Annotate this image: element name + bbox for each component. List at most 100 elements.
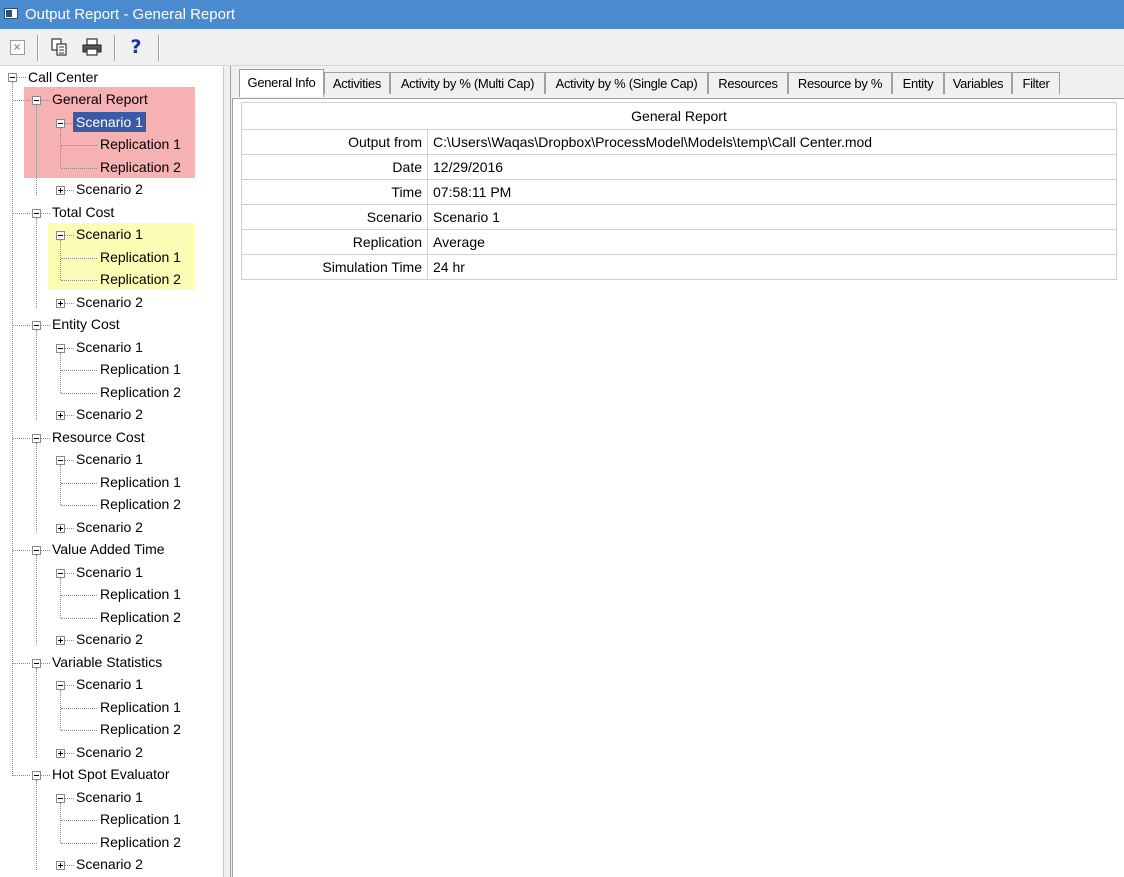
expand-icon[interactable] <box>56 411 65 420</box>
table-row: Date 12/29/2016 <box>241 154 1117 180</box>
tree-group-label[interactable]: Entity Cost <box>52 314 120 334</box>
tree-connector <box>60 803 61 843</box>
tree-replication-1[interactable]: Replication 1 <box>100 472 181 492</box>
tree-group-label[interactable]: Value Added Time <box>52 539 165 559</box>
tree-connector <box>65 573 74 574</box>
tree-scenario-1[interactable]: Scenario 1 <box>73 112 146 132</box>
tree-replication-2[interactable]: Replication 2 <box>100 494 181 514</box>
tree-replication-2[interactable]: Replication 2 <box>100 157 181 177</box>
tree-connector <box>60 578 61 618</box>
tree-scenario-2[interactable]: Scenario 2 <box>76 179 143 199</box>
tree-group-label[interactable]: Variable Statistics <box>52 652 162 672</box>
toolbar-separator <box>158 35 160 61</box>
tree-connector <box>36 218 37 308</box>
toolbar: × ? <box>0 29 1124 66</box>
tree-connector <box>36 668 37 758</box>
collapse-icon[interactable] <box>32 659 41 668</box>
help-button[interactable]: ? <box>125 36 147 58</box>
general-report-table: General Report Output from C:\Users\Waqa… <box>241 102 1117 280</box>
expand-icon[interactable] <box>56 186 65 195</box>
tree-group-label[interactable]: Resource Cost <box>52 427 145 447</box>
tree-scenario-2[interactable]: Scenario 2 <box>76 854 143 874</box>
tab-activities[interactable]: Activities <box>324 72 390 94</box>
collapse-icon[interactable] <box>56 794 65 803</box>
tree-connector <box>61 483 97 484</box>
tree-connector <box>60 353 61 393</box>
tree-scenario-2[interactable]: Scenario 2 <box>76 292 143 312</box>
expand-icon[interactable] <box>56 861 65 870</box>
tree-scenario-1[interactable]: Scenario 1 <box>76 562 143 582</box>
collapse-icon[interactable] <box>32 771 41 780</box>
tree-replication-1[interactable]: Replication 1 <box>100 134 181 154</box>
tree-replication-1[interactable]: Replication 1 <box>100 697 181 717</box>
tree-connector <box>61 505 97 506</box>
expand-icon[interactable] <box>56 524 65 533</box>
tree-scenario-2[interactable]: Scenario 2 <box>76 742 143 762</box>
collapse-icon[interactable] <box>32 209 41 218</box>
tree-replication-2[interactable]: Replication 2 <box>100 607 181 627</box>
collapse-icon[interactable] <box>56 119 65 128</box>
tab-entity[interactable]: Entity <box>892 72 944 94</box>
tab-activity-single-cap[interactable]: Activity by % (Single Cap) <box>545 72 708 94</box>
row-label: Output from <box>241 129 428 155</box>
tree-replication-1[interactable]: Replication 1 <box>100 809 181 829</box>
collapse-icon[interactable] <box>56 231 65 240</box>
collapse-icon[interactable] <box>56 456 65 465</box>
tree-replication-1[interactable]: Replication 1 <box>100 359 181 379</box>
expand-icon[interactable] <box>56 749 65 758</box>
tree-scenario-1[interactable]: Scenario 1 <box>76 224 143 244</box>
expand-icon[interactable] <box>56 299 65 308</box>
tree-scenario-2[interactable]: Scenario 2 <box>76 404 143 424</box>
panel-splitter[interactable] <box>224 66 231 877</box>
tab-general-info[interactable]: General Info <box>239 69 324 97</box>
tab-resources[interactable]: Resources <box>708 72 788 94</box>
collapse-icon[interactable] <box>32 546 41 555</box>
tab-variables[interactable]: Variables <box>944 72 1012 94</box>
tree-root-call-center[interactable]: Call Center <box>28 67 98 87</box>
tree-connector <box>61 820 97 821</box>
print-button[interactable] <box>81 36 103 58</box>
tree-replication-2[interactable]: Replication 2 <box>100 269 181 289</box>
tree-connector <box>60 128 61 168</box>
collapse-icon[interactable] <box>32 434 41 443</box>
collapse-icon[interactable] <box>56 344 65 353</box>
report-heading: General Report <box>241 102 1117 130</box>
row-label: Simulation Time <box>241 254 428 280</box>
tree-connector <box>65 348 74 349</box>
tree-group-label[interactable]: General Report <box>52 89 148 109</box>
tree-connector <box>61 145 97 146</box>
tab-activity-multi-cap[interactable]: Activity by % (Multi Cap) <box>390 72 545 94</box>
tree-replication-1[interactable]: Replication 1 <box>100 584 181 604</box>
copy-button[interactable] <box>48 36 70 58</box>
tree-group-label[interactable]: Total Cost <box>52 202 114 222</box>
tree-scenario-2[interactable]: Scenario 2 <box>76 629 143 649</box>
collapse-icon[interactable] <box>32 96 41 105</box>
tree-connector <box>41 775 50 776</box>
tree-scenario-1[interactable]: Scenario 1 <box>76 787 143 807</box>
tree-scenario-1[interactable]: Scenario 1 <box>76 449 143 469</box>
tab-resource-by-percent[interactable]: Resource by % <box>788 72 892 94</box>
collapse-icon[interactable] <box>32 321 41 330</box>
tree-scenario-1[interactable]: Scenario 1 <box>76 337 143 357</box>
tree-replication-2[interactable]: Replication 2 <box>100 832 181 852</box>
collapse-icon[interactable] <box>56 681 65 690</box>
help-icon: ? <box>130 36 142 58</box>
tree-connector <box>60 690 61 730</box>
tab-filter[interactable]: Filter <box>1012 72 1060 94</box>
tree-replication-2[interactable]: Replication 2 <box>100 382 181 402</box>
table-row: Output from C:\Users\Waqas\Dropbox\Proce… <box>241 129 1117 155</box>
tree-scenario-1[interactable]: Scenario 1 <box>76 674 143 694</box>
row-value: 12/29/2016 <box>427 154 1117 180</box>
report-content: General Report Output from C:\Users\Waqa… <box>232 98 1124 877</box>
tree-group-label[interactable]: Hot Spot Evaluator <box>52 764 170 784</box>
collapse-icon[interactable] <box>56 569 65 578</box>
tree-scenario-2[interactable]: Scenario 2 <box>76 517 143 537</box>
report-tree[interactable]: Call Center General Report Scenario 1 Repl… <box>0 66 224 877</box>
row-label: Time <box>241 179 428 205</box>
collapse-icon[interactable] <box>8 73 17 82</box>
close-report-button[interactable]: × <box>6 36 28 58</box>
tree-replication-1[interactable]: Replication 1 <box>100 247 181 267</box>
expand-icon[interactable] <box>56 636 65 645</box>
tree-connector <box>61 595 97 596</box>
tree-replication-2[interactable]: Replication 2 <box>100 719 181 739</box>
